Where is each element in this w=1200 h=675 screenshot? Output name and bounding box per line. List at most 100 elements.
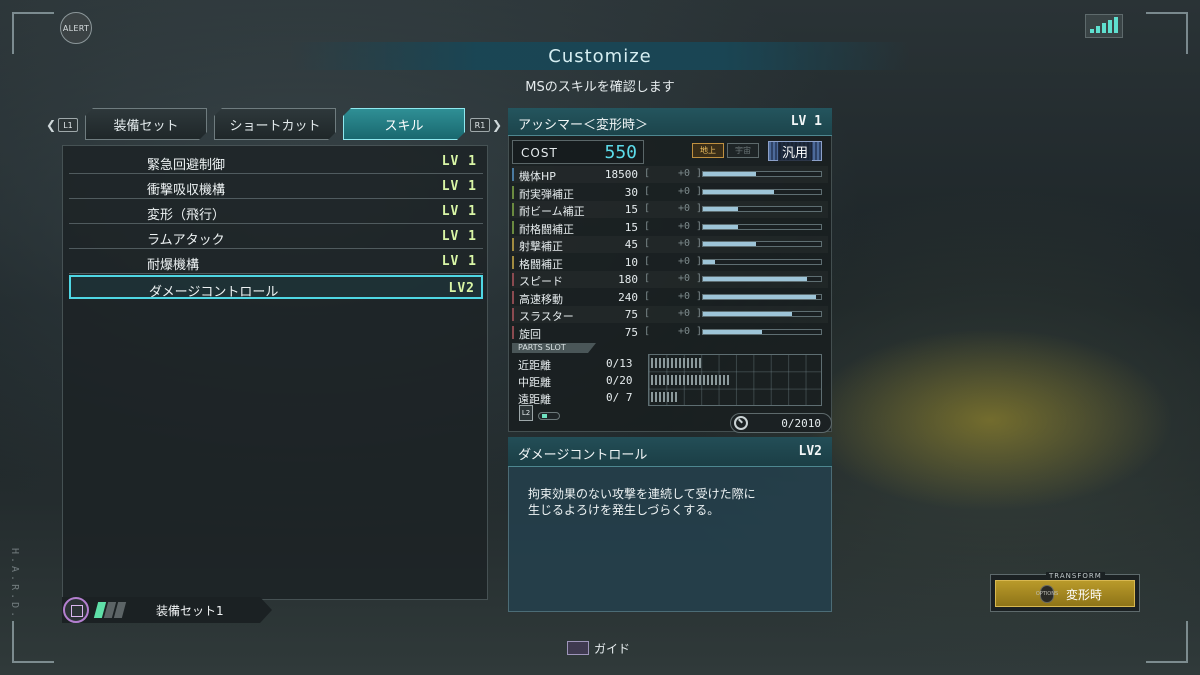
guide-label: ガイド [594, 642, 631, 656]
stat-bar [702, 293, 822, 300]
stat-category-tick [512, 220, 514, 234]
slot-capacity-mark [651, 375, 731, 385]
skill-row[interactable]: 緊急回避制御 LV 1 [69, 150, 483, 174]
ms-name: アッシマー＜変形時＞ [518, 118, 649, 133]
stat-bar [702, 328, 822, 335]
stat-bar [702, 206, 822, 212]
frame-corner-top-right [1146, 12, 1188, 54]
type-badge: 汎用 [768, 141, 822, 161]
transform-button[interactable] [995, 580, 1135, 607]
slot-value: 0/20 [606, 374, 633, 387]
cost-label: COST [521, 146, 558, 160]
stat-bar [702, 311, 822, 317]
slot-capacity-mark [651, 358, 703, 368]
skill-name: ダメージコントロール [149, 285, 279, 300]
progress-text: 0/2010 [781, 417, 821, 430]
skill-row-selected[interactable]: ダメージコントロール LV2 [69, 275, 483, 300]
stat-row: 耐格闘補正 15[+0] [512, 219, 828, 236]
stat-category-tick [512, 185, 514, 199]
stat-category-tick [512, 325, 514, 339]
slot-name: 近距離 [518, 359, 551, 372]
chevron-right-icon[interactable]: ❯ [492, 118, 502, 132]
stat-value: 18500 [604, 168, 638, 181]
transform-state-label: 変形時 [1066, 588, 1103, 602]
l2-button-hint: L2 [519, 405, 533, 421]
wrench-icon [734, 416, 748, 430]
skill-row[interactable]: ラムアタック LV 1 [69, 225, 483, 249]
stat-row: 格闘補正 10[+0] [512, 254, 828, 271]
square-button-icon[interactable] [63, 597, 89, 623]
stat-bar-fill [703, 189, 774, 194]
stat-bonus-value: +0 [678, 273, 691, 284]
progress-pill: 0/2010 [730, 413, 832, 433]
skill-level: LV 1 [441, 229, 477, 244]
stat-category-tick [512, 290, 514, 304]
stat-bonus-value: +0 [678, 220, 691, 232]
page-subtitle: MSのスキルを確認します [525, 80, 675, 95]
options-button-icon: OPTIONS [1036, 585, 1058, 603]
tab-loadout[interactable]: 装備セット [85, 108, 207, 140]
stat-bonus-value: +0 [678, 290, 691, 302]
slot-name: 中距離 [518, 376, 551, 389]
stat-value: 30 [624, 185, 638, 199]
stat-row: 射撃補正 45[+0] [512, 236, 828, 253]
l1-button-hint: L1 [58, 118, 78, 132]
stat-bonus-value: +0 [678, 203, 691, 214]
stat-name: スラスター [519, 310, 574, 323]
stat-bar [702, 258, 822, 265]
stat-name: 格闘補正 [519, 257, 563, 271]
skill-detail-name: ダメージコントロール [518, 448, 648, 463]
stat-bar-fill [703, 277, 807, 281]
slot-value: 0/ 7 [606, 391, 633, 404]
stat-bar-fill [703, 294, 817, 299]
type-label: 汎用 [777, 141, 812, 161]
frame-corner-top-left [12, 12, 54, 54]
cost-box: COST 550 [512, 140, 644, 164]
chevron-left-icon[interactable]: ❮ [46, 118, 56, 132]
stat-bar [702, 171, 822, 177]
stat-bonus-value: +0 [678, 168, 691, 179]
stat-bar-fill [703, 312, 792, 316]
stat-bar [702, 223, 822, 230]
stat-row: スラスター 75[+0] [512, 306, 828, 323]
ms-level: LV 1 [790, 114, 822, 129]
tab-shortcut[interactable]: ショートカット [214, 108, 336, 140]
loadout-label: 装備セット1 [156, 604, 224, 618]
skill-name: ラムアタック [147, 233, 225, 248]
slot-capacity-mark [651, 392, 679, 402]
ms-header: アッシマー＜変形時＞ LV 1 [508, 108, 832, 136]
stat-category-tick [512, 238, 514, 251]
stat-name: スピード [519, 275, 563, 288]
stat-bonus-value: +0 [678, 255, 691, 267]
stat-bar-fill [703, 224, 739, 229]
stat-row: 耐実弾補正 30[+0] [512, 184, 828, 201]
stat-bar-fill [703, 329, 762, 334]
page-title: Customize [290, 42, 910, 70]
touchpad-button-icon[interactable] [567, 641, 589, 655]
stat-value: 10 [624, 255, 638, 269]
stat-value: 75 [624, 308, 638, 321]
stat-category-tick [512, 308, 514, 321]
terrain-ground-badge: 地上 [692, 143, 724, 158]
stat-value: 240 [618, 290, 638, 304]
skill-name: 変形（飛行） [147, 208, 226, 223]
stat-name: 耐格闘補正 [519, 222, 574, 236]
stat-name: 機体HP [519, 170, 556, 183]
stat-bar [702, 241, 822, 247]
stat-bar-fill [703, 172, 757, 176]
tab-skill[interactable]: スキル [343, 108, 465, 140]
skill-row[interactable]: 衝撃吸収機構 LV 1 [69, 175, 483, 199]
stat-value: 15 [624, 220, 638, 234]
stat-value: 75 [624, 325, 638, 339]
skill-row[interactable]: 変形（飛行） LV 1 [69, 200, 483, 224]
skill-name: 衝撃吸収機構 [147, 183, 226, 198]
skill-level: LV 1 [441, 204, 477, 219]
stat-name: 耐ビーム補正 [519, 205, 585, 218]
page-indicator [538, 412, 560, 420]
signal-strength-icon [1085, 14, 1123, 38]
skill-row[interactable]: 耐爆機構 LV 1 [69, 250, 483, 274]
slot-value: 0/13 [606, 357, 633, 370]
alert-icon: ALERT [60, 12, 92, 44]
stat-name: 旋回 [519, 327, 541, 341]
skill-level: LV2 [448, 281, 475, 296]
